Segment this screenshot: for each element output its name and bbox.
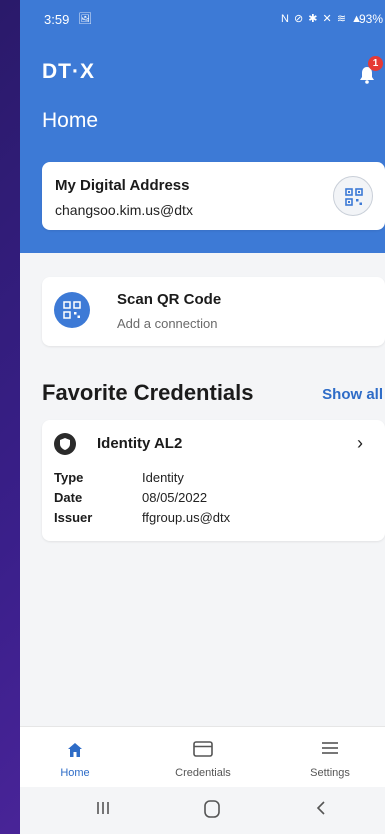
chevron-right-icon[interactable]: ›: [357, 433, 363, 454]
recent-apps-icon[interactable]: [96, 799, 110, 817]
credential-card[interactable]: Identity AL2 › Type Identity Date 08/05/…: [42, 420, 385, 541]
dtx-logo: DT·X: [42, 60, 95, 83]
credential-title: Identity AL2: [97, 435, 183, 452]
date-value: 08/05/2022: [142, 490, 208, 505]
nav-home[interactable]: Home: [20, 727, 130, 788]
system-navigation-bar: [20, 787, 385, 834]
nav-credentials-label: Credentials: [175, 767, 231, 779]
issuer-label: Issuer: [54, 510, 93, 525]
nav-home-label: Home: [60, 767, 90, 779]
nav-settings-label: Settings: [310, 767, 350, 779]
type-label: Type: [54, 470, 84, 485]
back-icon[interactable]: [315, 799, 327, 817]
favorites-heading: Favorite Credentials: [42, 380, 254, 405]
credit-card-icon: [193, 741, 213, 757]
nav-settings[interactable]: Settings: [275, 727, 385, 788]
qr-code-icon: [345, 188, 363, 206]
status-time: 3:59: [44, 12, 70, 27]
address-label: My Digital Address: [55, 177, 190, 194]
digital-address-card[interactable]: My Digital Address changsoo.kim.us@dtx: [42, 162, 385, 230]
scan-title: Scan QR Code: [117, 291, 222, 308]
qr-code-button[interactable]: [333, 176, 373, 216]
nav-credentials[interactable]: Credentials: [148, 727, 258, 788]
type-value: Identity: [142, 470, 184, 485]
date-label: Date: [54, 490, 83, 505]
page-title: Home: [42, 109, 99, 132]
status-bar: 3:59 🖼 N ⊘ ✱ ✕ ≋ ▲ 93%: [20, 0, 385, 36]
scan-qr-icon: [54, 292, 90, 328]
issuer-value: ffgroup.us@dtx: [142, 510, 231, 525]
battery-percent: 93%: [358, 12, 383, 26]
app-screen: 3:59 🖼 N ⊘ ✱ ✕ ≋ ▲ 93% DT·X 1 Home My Di…: [20, 0, 385, 834]
bottom-navigation: Home Credentials Settings: [20, 726, 385, 787]
notification-badge: 1: [368, 56, 383, 71]
home-icon: [68, 743, 82, 757]
show-all-link[interactable]: Show all: [322, 386, 383, 403]
shield-icon: [54, 433, 76, 455]
address-value: changsoo.kim.us@dtx: [55, 202, 193, 218]
scan-subtitle: Add a connection: [117, 316, 218, 331]
status-icons: N ⊘ ✱ ✕ ≋ ▲: [281, 13, 363, 25]
scan-qr-card[interactable]: Scan QR Code Add a connection: [42, 277, 385, 346]
menu-icon: [322, 742, 338, 754]
gallery-icon: 🖼: [78, 13, 92, 25]
home-button-icon[interactable]: [203, 799, 221, 819]
